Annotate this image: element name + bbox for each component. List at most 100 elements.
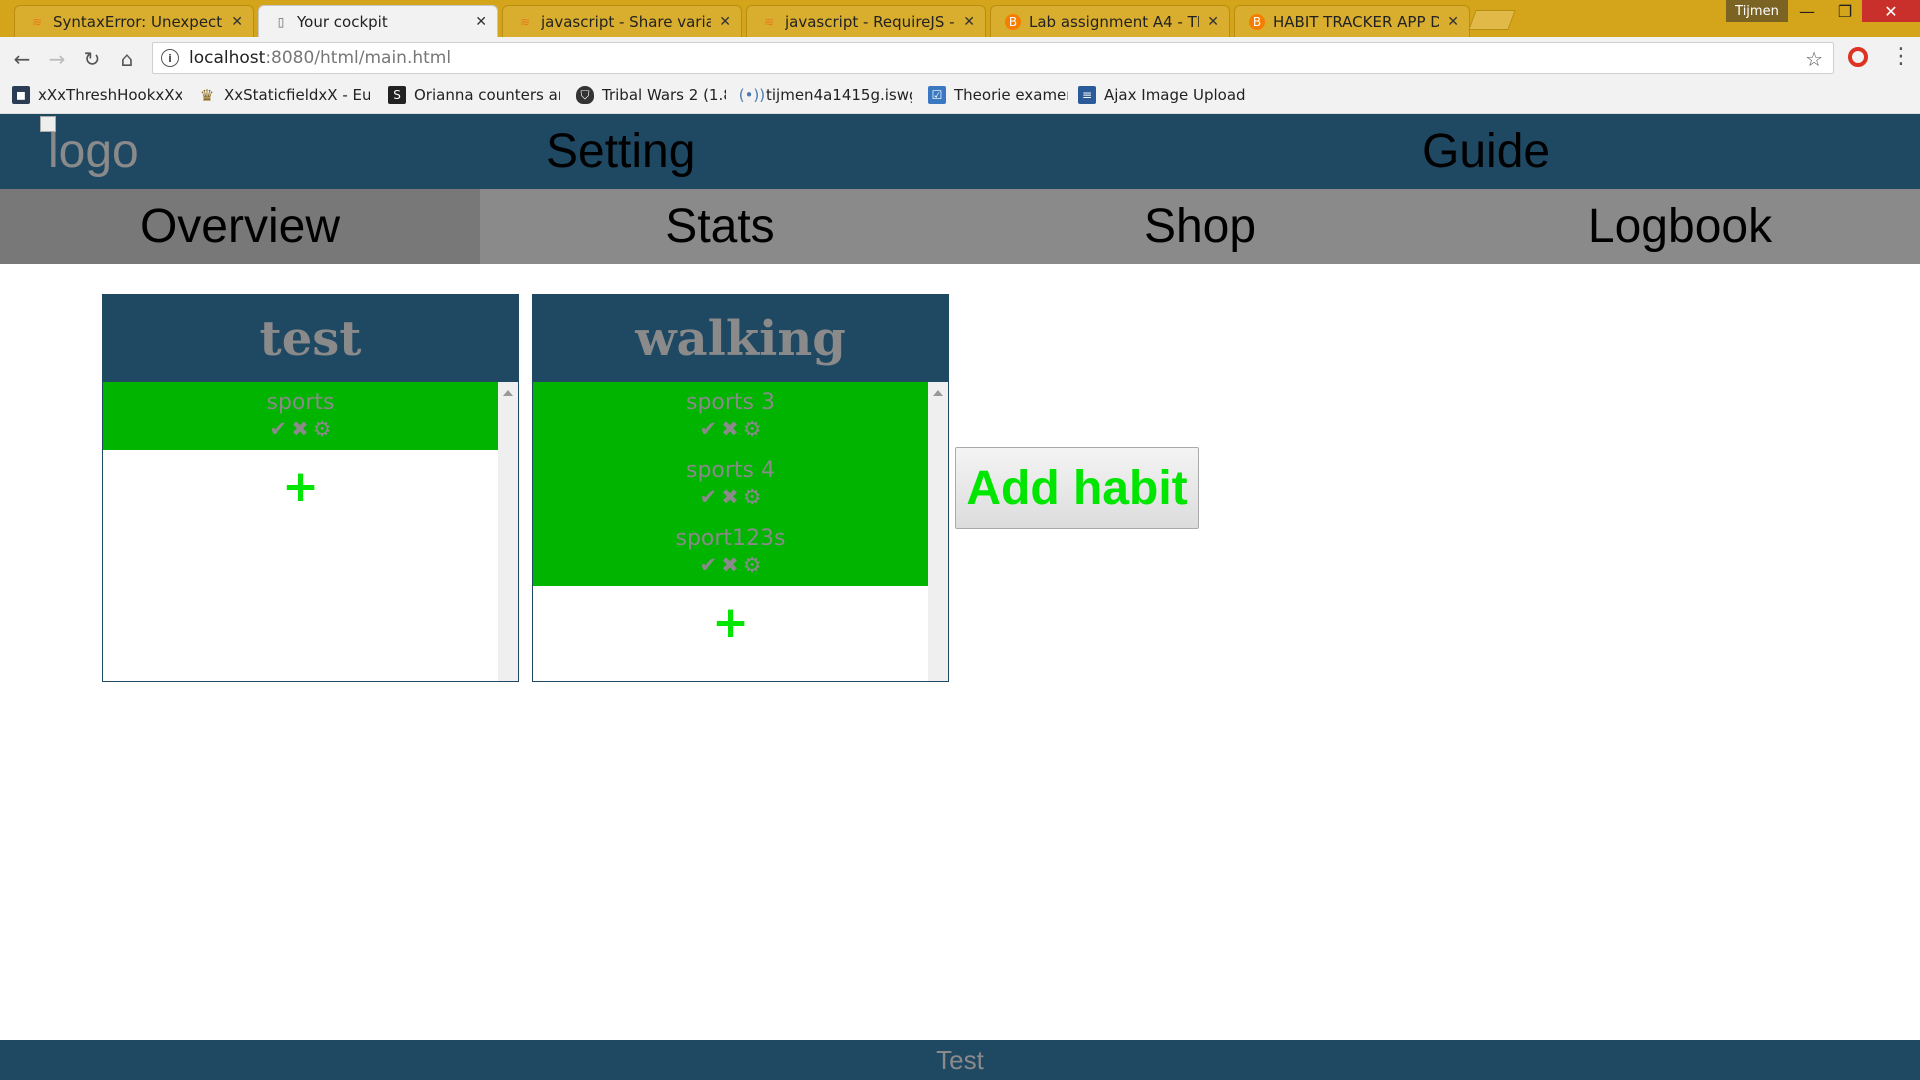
- bookmark-label: Ajax Image Upload u: [1104, 86, 1250, 104]
- check-icon[interactable]: ✔: [269, 416, 287, 442]
- info-icon[interactable]: i: [161, 49, 179, 67]
- stackoverflow-icon: ≋: [519, 14, 531, 29]
- game-icon: ◼: [12, 86, 30, 104]
- delete-icon[interactable]: ✖: [721, 484, 739, 510]
- tab-shop[interactable]: Shop: [960, 189, 1440, 264]
- bookmark-label: Theorie examen: [954, 86, 1068, 104]
- tab-overview[interactable]: Overview: [0, 189, 480, 264]
- tab-syntaxerror[interactable]: ≋ SyntaxError: Unexpected ✕: [14, 5, 254, 37]
- bookmark-label: XxStaticfieldxX - Euro: [224, 86, 370, 104]
- gear-icon[interactable]: ⚙: [313, 416, 332, 442]
- scrollbar[interactable]: [928, 382, 948, 681]
- url-input[interactable]: i localhost:8080/html/main.html ☆: [152, 42, 1834, 74]
- tab-habit-tracker[interactable]: B HABIT TRACKER APP DE ✕: [1234, 5, 1470, 37]
- crown-icon: ♛: [199, 85, 215, 105]
- bookmark-label: xXxThreshHookxXx -: [38, 86, 182, 104]
- maximize-icon[interactable]: ❐: [1826, 0, 1864, 22]
- stackoverflow-icon: ≋: [763, 14, 775, 29]
- guide-link[interactable]: Guide: [1422, 114, 1550, 189]
- delete-icon[interactable]: ✖: [721, 552, 739, 578]
- habit-card: walking sports 3 ✔ ✖ ⚙ sports 4 ✔ ✖ ⚙ sp…: [532, 294, 949, 682]
- url-path: :8080/html/main.html: [265, 48, 452, 68]
- logo-image[interactable]: logo: [40, 114, 139, 189]
- minimize-icon[interactable]: —: [1788, 0, 1826, 22]
- reload-icon[interactable]: ↻: [80, 47, 104, 71]
- tab-your-cockpit[interactable]: ▯ Your cockpit ✕: [258, 5, 498, 37]
- delete-icon[interactable]: ✖: [291, 416, 309, 442]
- bookmark-item[interactable]: ⛉ Tribal Wars 2 (1.8): [576, 84, 726, 106]
- habit-actions: ✔ ✖ ⚙: [699, 416, 761, 442]
- checkbox-icon: ☑: [928, 86, 946, 104]
- bookmark-item[interactable]: ♛ XxStaticfieldxX - Euro: [198, 84, 370, 106]
- setting-link[interactable]: Setting: [546, 114, 695, 189]
- habit-card: test sports ✔ ✖ ⚙ +: [102, 294, 519, 682]
- scroll-up-icon[interactable]: [933, 390, 943, 396]
- s-icon: S: [388, 86, 406, 104]
- close-tab-icon[interactable]: ✕: [231, 14, 243, 30]
- add-habit-plus-button[interactable]: +: [533, 586, 928, 658]
- close-tab-icon[interactable]: ✕: [1447, 14, 1459, 30]
- menu-icon[interactable]: ⋮: [1890, 44, 1912, 69]
- bookmark-label: Tribal Wars 2 (1.8): [602, 86, 726, 104]
- broadcast-icon: ((•)): [740, 86, 766, 104]
- back-icon[interactable]: ←: [10, 47, 34, 71]
- broken-image-icon: [40, 116, 56, 132]
- habit-name: sports: [266, 390, 335, 415]
- close-tab-icon[interactable]: ✕: [719, 14, 731, 30]
- habit-name: sport123s: [675, 526, 786, 551]
- card-title: test: [103, 295, 518, 382]
- shield-icon: ⛉: [576, 86, 594, 104]
- check-icon[interactable]: ✔: [699, 552, 717, 578]
- browser-tab-bar: ≋ SyntaxError: Unexpected ✕ ▯ Your cockp…: [0, 0, 1920, 37]
- close-tab-icon[interactable]: ✕: [475, 14, 487, 30]
- tab-title: javascript - RequireJS - p: [785, 12, 956, 31]
- gear-icon[interactable]: ⚙: [743, 552, 762, 578]
- close-tab-icon[interactable]: ✕: [963, 14, 975, 30]
- add-habit-button[interactable]: Add habit: [955, 447, 1199, 529]
- check-icon[interactable]: ✔: [699, 416, 717, 442]
- sub-navbar: Overview Stats Shop Logbook: [0, 189, 1920, 264]
- scroll-up-icon[interactable]: [503, 390, 513, 396]
- close-window-icon[interactable]: ✕: [1862, 0, 1920, 22]
- profile-badge[interactable]: Tijmen: [1726, 0, 1788, 22]
- tab-title: HABIT TRACKER APP DE: [1273, 12, 1440, 31]
- bookmark-item[interactable]: ◼ xXxThreshHookxXx -: [12, 84, 182, 106]
- bookmark-item[interactable]: S Orianna counters and: [388, 84, 560, 106]
- gear-icon[interactable]: ⚙: [743, 484, 762, 510]
- habit-item: sport123s ✔ ✖ ⚙: [533, 518, 928, 586]
- card-body: sports 3 ✔ ✖ ⚙ sports 4 ✔ ✖ ⚙ sport123s …: [533, 382, 928, 682]
- opera-icon[interactable]: [1848, 47, 1868, 67]
- habit-list: sports ✔ ✖ ⚙: [103, 382, 498, 450]
- card-title: walking: [533, 295, 948, 382]
- bookmark-item[interactable]: ☑ Theorie examen: [928, 84, 1068, 106]
- web-page: logo Setting Guide Overview Stats Shop L…: [0, 114, 1920, 1080]
- new-tab-button[interactable]: [1468, 10, 1516, 30]
- tab-share-variable[interactable]: ≋ javascript - Share variabl ✕: [502, 5, 742, 37]
- habit-item: sports 3 ✔ ✖ ⚙: [533, 382, 928, 450]
- habit-name: sports 4: [685, 458, 775, 483]
- tab-title: SyntaxError: Unexpected: [53, 12, 224, 31]
- blogger-icon: B: [1005, 13, 1021, 30]
- tab-stats[interactable]: Stats: [480, 189, 960, 264]
- home-icon[interactable]: ⌂: [115, 47, 139, 71]
- forward-icon[interactable]: →: [45, 47, 69, 71]
- habit-item: sports ✔ ✖ ⚙: [103, 382, 498, 450]
- document-icon: ≡: [1078, 86, 1096, 104]
- tab-title: Lab assignment A4 - TI1: [1029, 12, 1200, 31]
- check-icon[interactable]: ✔: [699, 484, 717, 510]
- tab-logbook[interactable]: Logbook: [1440, 189, 1920, 264]
- close-tab-icon[interactable]: ✕: [1207, 14, 1219, 30]
- scrollbar[interactable]: [498, 382, 518, 681]
- card-body: sports ✔ ✖ ⚙ +: [103, 382, 498, 682]
- add-habit-plus-button[interactable]: +: [103, 450, 498, 522]
- habit-list: sports 3 ✔ ✖ ⚙ sports 4 ✔ ✖ ⚙ sport123s …: [533, 382, 928, 586]
- tab-requirejs[interactable]: ≋ javascript - RequireJS - p ✕: [746, 5, 986, 37]
- bookmark-star-icon[interactable]: ☆: [1805, 47, 1823, 71]
- habit-name: sports 3: [685, 390, 775, 415]
- tab-lab-assignment[interactable]: B Lab assignment A4 - TI1 ✕: [990, 5, 1230, 37]
- delete-icon[interactable]: ✖: [721, 416, 739, 442]
- habit-actions: ✔ ✖ ⚙: [699, 552, 761, 578]
- gear-icon[interactable]: ⚙: [743, 416, 762, 442]
- bookmark-item[interactable]: ((•)) tijmen4a1415g.iswga: [740, 84, 912, 106]
- bookmark-item[interactable]: ≡ Ajax Image Upload u: [1078, 84, 1250, 106]
